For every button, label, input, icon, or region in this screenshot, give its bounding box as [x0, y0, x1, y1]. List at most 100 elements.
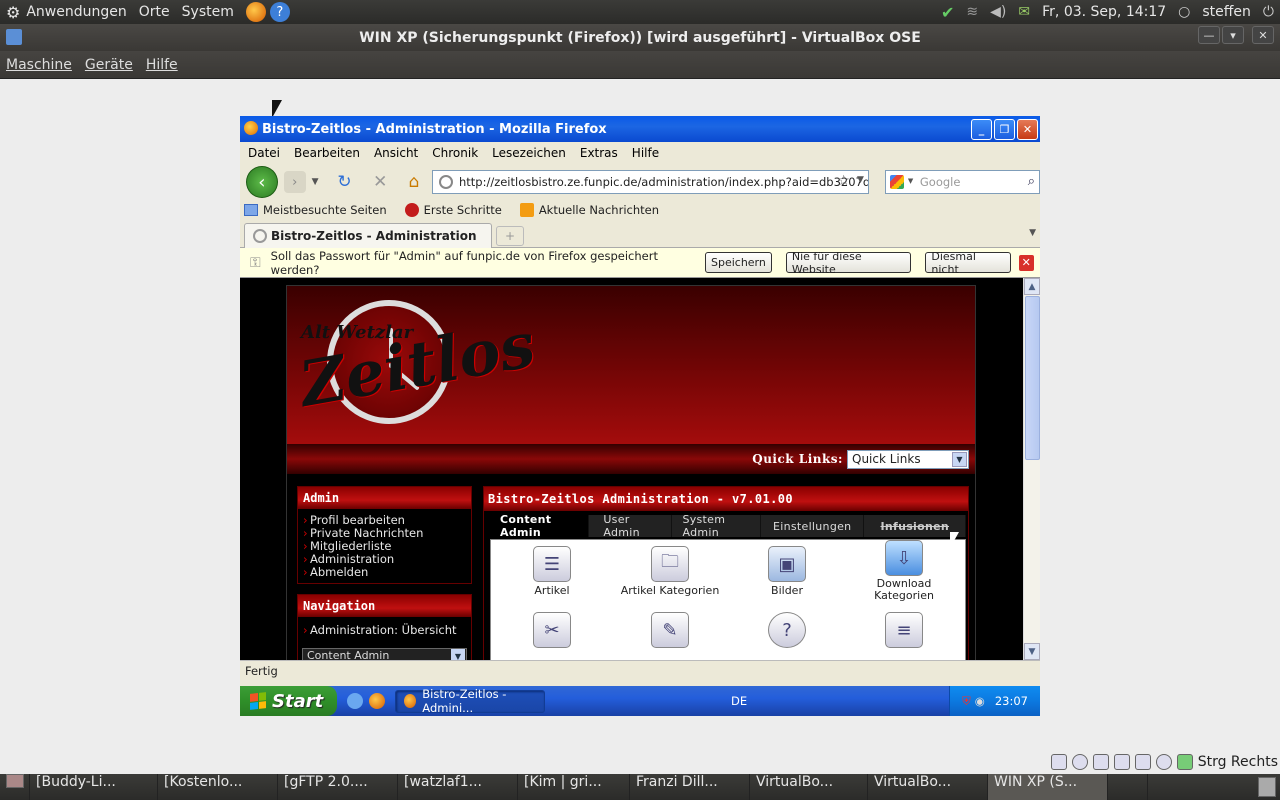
home-icon[interactable]: ⌂ [402, 170, 426, 194]
menu-lesezeichen[interactable]: Lesezeichen [492, 146, 566, 160]
bookmark-meistbesuchte[interactable]: Meistbesuchte Seiten [244, 203, 387, 217]
menu-bearbeiten[interactable]: Bearbeiten [294, 146, 360, 160]
task-skype[interactable]: [watzlaf1... [398, 774, 518, 800]
icon-artikel[interactable]: ☰ Artikel [497, 546, 607, 597]
scroll-up-icon[interactable]: ▲ [1024, 278, 1040, 295]
volume-icon[interactable]: ◀) [990, 4, 1006, 20]
mail-icon[interactable]: ✉ [1018, 4, 1030, 20]
menu-orte[interactable]: Orte [139, 4, 170, 20]
shared-folder-icon[interactable] [1113, 754, 1130, 770]
task-win-xp[interactable]: WIN XP (S... [988, 774, 1108, 800]
menu-system[interactable]: System [182, 4, 234, 20]
task-virtualbox-2[interactable]: VirtualBo... [868, 774, 988, 800]
icon-artikel-kategorien[interactable]: 🗀 Artikel Kategorien [615, 546, 725, 597]
cdrom-icon[interactable] [1071, 754, 1088, 770]
clock[interactable]: Fr, 03. Sep, 14:17 [1042, 4, 1166, 20]
new-tab-button[interactable]: + [496, 226, 524, 246]
menu-anwendungen[interactable]: Anwendungen [26, 4, 126, 20]
gnome-foot-icon[interactable]: ⚙ [6, 3, 20, 22]
search-input[interactable]: ▼ Google ⌕ [884, 170, 1040, 194]
icon-faq[interactable]: ? [732, 612, 842, 650]
network-adapter-icon[interactable] [1134, 754, 1151, 770]
task-kostenlos[interactable]: [Kostenlo... [158, 774, 278, 800]
vbox-menu-geraete[interactable]: Geräte [85, 57, 133, 73]
close-notification-icon[interactable]: ✕ [1018, 254, 1035, 271]
help-launcher-icon[interactable]: ? [269, 2, 290, 22]
bookmark-erste-schritte[interactable]: Erste Schritte [404, 203, 502, 217]
nav-link-uebersicht[interactable]: Administration: Übersicht [298, 624, 471, 638]
tab-list-dropdown-icon[interactable]: ▼ [1029, 228, 1036, 238]
xp-minimize-icon[interactable]: _ [971, 119, 992, 140]
menu-datei[interactable]: Datei [248, 146, 280, 160]
never-save-button[interactable]: Nie für diese Website [785, 250, 912, 276]
minimize-icon[interactable]: — [1198, 26, 1220, 44]
tab-einstellungen[interactable]: Einstellungen [761, 515, 865, 537]
quick-links-select[interactable]: Quick Links ▼ [847, 449, 969, 469]
tab-system-admin[interactable]: System Admin [672, 513, 761, 539]
chat-icon[interactable]: ○ [1178, 4, 1190, 20]
language-indicator[interactable]: DE [731, 694, 747, 708]
harddisk-icon[interactable] [1050, 754, 1067, 770]
task-buddy-list[interactable]: [Buddy-Li... [30, 774, 158, 800]
reload-icon[interactable]: ↻ [333, 170, 357, 194]
firefox-launcher-icon[interactable] [245, 2, 266, 22]
vbox-menu-maschine[interactable]: Maschine [6, 57, 72, 73]
bookmark-aktuelle-nachrichten[interactable]: Aktuelle Nachrichten [519, 203, 659, 217]
maximize-icon[interactable]: ▾ [1222, 26, 1244, 44]
task-chromium[interactable]: [Kim | gri... [518, 774, 630, 800]
scroll-down-icon[interactable]: ▼ [1024, 643, 1040, 660]
history-dropdown-icon[interactable]: ▼ [312, 177, 319, 187]
host-key-icon[interactable] [1176, 754, 1193, 770]
network-icon[interactable]: ◉ [975, 694, 985, 708]
google-icon[interactable] [889, 175, 904, 189]
trash-icon[interactable] [1258, 777, 1276, 797]
start-button[interactable]: Start [240, 686, 337, 716]
icon-list[interactable]: ≡ [849, 612, 959, 650]
tab-bistro-zeitlos[interactable]: Bistro-Zeitlos - Administration [244, 223, 492, 248]
menu-ansicht[interactable]: Ansicht [374, 146, 418, 160]
workspace-switcher[interactable] [1108, 774, 1148, 800]
task-franzi[interactable]: Franzi Dill... [630, 774, 750, 800]
stop-icon[interactable]: ✕ [368, 170, 392, 194]
nav-select[interactable]: Content Admin ▼ [302, 648, 467, 660]
tab-content-admin[interactable]: Content Admin [490, 513, 590, 539]
mouse-integration-icon[interactable] [1155, 754, 1172, 770]
vbox-menu-hilfe[interactable]: Hilfe [146, 57, 178, 73]
update-icon[interactable]: ✔ [941, 3, 954, 22]
scroll-thumb[interactable] [1025, 296, 1040, 460]
menu-hilfe[interactable]: Hilfe [632, 146, 659, 160]
icon-download-kategorien[interactable]: ⇩ Download Kategorien [849, 540, 959, 602]
taskbar-button-firefox[interactable]: Bistro-Zeitlos - Admini... [395, 687, 545, 715]
task-virtualbox-1[interactable]: VirtualBo... [750, 774, 868, 800]
bookmark-star-icon[interactable]: ☆ [837, 173, 850, 189]
search-engine-dropdown-icon[interactable]: ▼ [908, 177, 913, 185]
forward-button[interactable]: › [283, 171, 306, 193]
admin-link-abmelden[interactable]: Abmelden [298, 566, 471, 580]
url-bar[interactable]: http://zeitlosbistro.ze.funpic.de/admini… [431, 170, 869, 194]
task-gftp[interactable]: [gFTP 2.0.... [278, 774, 398, 800]
icon-edit-document[interactable]: ✎ [615, 612, 725, 650]
wifi-icon[interactable]: ≋ [966, 4, 978, 20]
save-password-button[interactable]: Speichern [704, 252, 772, 273]
close-icon[interactable]: ✕ [1252, 26, 1274, 44]
not-now-button[interactable]: Diesmal nicht [925, 250, 1011, 276]
menu-extras[interactable]: Extras [580, 146, 618, 160]
url-dropdown-icon[interactable]: ▼ [857, 175, 864, 185]
xp-close-icon[interactable]: ✕ [1017, 119, 1038, 140]
ie-icon[interactable] [347, 693, 363, 709]
icon-bilder[interactable]: ▣ Bilder [732, 546, 842, 597]
shield-icon[interactable]: ⛨ [962, 694, 971, 709]
tray-clock[interactable]: 23:07 [995, 694, 1028, 708]
usb-icon[interactable] [1092, 754, 1109, 770]
menu-chronik[interactable]: Chronik [432, 146, 478, 160]
page-scrollbar[interactable]: ▲ ▼ [1023, 278, 1040, 660]
icon-tools[interactable]: ✂ [497, 612, 607, 650]
power-icon[interactable]: ⏻ [1263, 4, 1274, 20]
firefox-icon[interactable] [369, 693, 385, 709]
search-icon[interactable]: ⌕ [1028, 174, 1035, 189]
show-desktop-button[interactable] [0, 774, 30, 800]
tab-user-admin[interactable]: User Admin [589, 513, 673, 539]
xp-restore-icon[interactable]: ❐ [994, 119, 1015, 140]
back-button[interactable]: ‹ [246, 166, 278, 198]
user-name[interactable]: steffen [1202, 4, 1251, 20]
